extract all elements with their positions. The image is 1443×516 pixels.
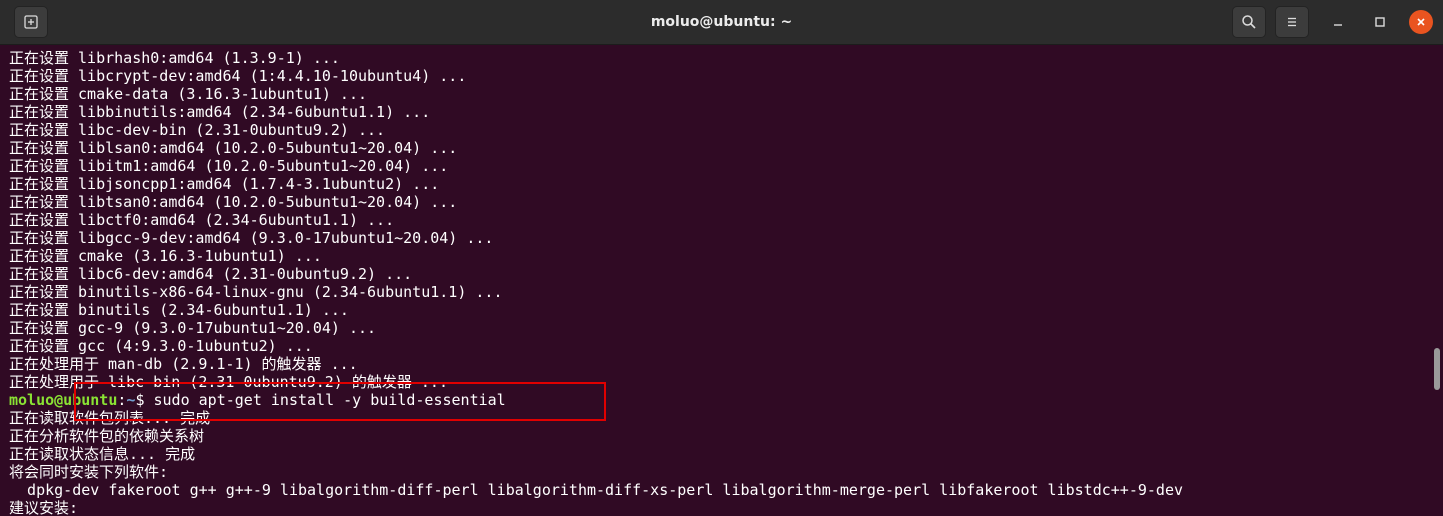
terminal-line: 正在设置 libjsoncpp1:amd64 (1.7.4-3.1ubuntu2… — [9, 175, 440, 193]
window-title: moluo@ubuntu: ~ — [650, 14, 793, 30]
terminal-line: 建议安装: — [9, 499, 79, 516]
command-highlight-box — [74, 382, 606, 421]
terminal-line: 将会同时安装下列软件: — [9, 463, 169, 481]
terminal-line: 正在设置 gcc (4:9.3.0-1ubuntu2) ... — [9, 337, 313, 355]
maximize-button[interactable] — [1368, 10, 1392, 34]
terminal-line: 正在设置 liblsan0:amd64 (10.2.0-5ubuntu1~20.… — [9, 139, 458, 157]
terminal-line: 正在设置 libtsan0:amd64 (10.2.0-5ubuntu1~20.… — [9, 193, 458, 211]
title-bar: moluo@ubuntu: ~ — [0, 0, 1443, 45]
terminal-window: moluo@ubuntu: ~ 正在设置 librhash0:amd64 (1.… — [0, 0, 1443, 516]
terminal-line: 正在设置 libc6-dev:amd64 (2.31-0ubuntu9.2) .… — [9, 265, 413, 283]
minimize-icon — [1334, 24, 1342, 26]
terminal-line: 正在设置 binutils-x86-64-linux-gnu (2.34-6ub… — [9, 283, 503, 301]
terminal-line: 正在设置 libcrypt-dev:amd64 (1:4.4.10-10ubun… — [9, 67, 467, 85]
terminal-line: 正在设置 libc-dev-bin (2.31-0ubuntu9.2) ... — [9, 121, 386, 139]
terminal-line: 正在设置 cmake-data (3.16.3-1ubuntu1) ... — [9, 85, 368, 103]
terminal-line: 正在设置 gcc-9 (9.3.0-17ubuntu1~20.04) ... — [9, 319, 377, 337]
terminal-line: 正在设置 libctf0:amd64 (2.34-6ubuntu1.1) ... — [9, 211, 395, 229]
search-button[interactable] — [1232, 6, 1266, 38]
terminal-output[interactable]: 正在设置 librhash0:amd64 (1.3.9-1) ... 正在设置 … — [9, 49, 1429, 516]
search-icon — [1242, 15, 1256, 29]
terminal-line: 正在设置 libitm1:amd64 (10.2.0-5ubuntu1~20.0… — [9, 157, 449, 175]
terminal-line: dpkg-dev fakeroot g++ g++-9 libalgorithm… — [9, 481, 1183, 499]
terminal-line: 正在设置 libbinutils:amd64 (2.34-6ubuntu1.1)… — [9, 103, 431, 121]
terminal-line: 正在设置 libgcc-9-dev:amd64 (9.3.0-17ubuntu1… — [9, 229, 494, 247]
terminal-line: 正在处理用于 man-db (2.9.1-1) 的触发器 ... — [9, 355, 358, 373]
menu-button[interactable] — [1275, 6, 1309, 38]
terminal-line: 正在读取状态信息... 完成 — [9, 445, 196, 463]
close-button[interactable] — [1409, 10, 1433, 34]
terminal-line: 正在分析软件包的依赖关系树 — [9, 427, 205, 445]
terminal-line: 正在设置 librhash0:amd64 (1.3.9-1) ... — [9, 49, 340, 67]
hamburger-menu-icon — [1288, 17, 1296, 27]
close-icon — [1417, 18, 1425, 26]
terminal-line: 正在设置 cmake (3.16.3-1ubuntu1) ... — [9, 247, 322, 265]
minimize-button[interactable] — [1326, 10, 1350, 34]
maximize-icon — [1375, 17, 1385, 27]
terminal-line: 正在设置 binutils (2.34-6ubuntu1.1) ... — [9, 301, 349, 319]
scrollbar-thumb[interactable] — [1434, 348, 1440, 390]
